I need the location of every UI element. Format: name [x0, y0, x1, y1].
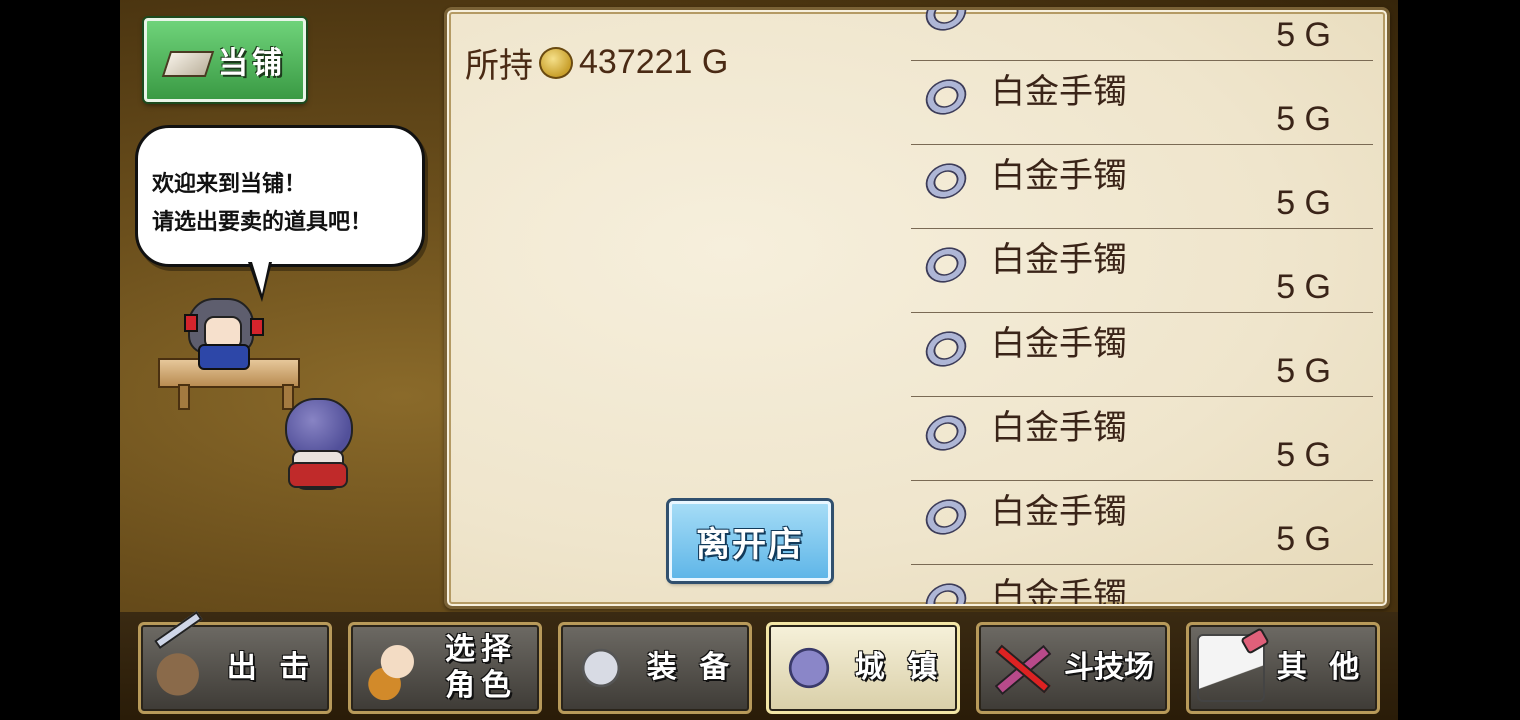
town-icon	[777, 636, 841, 700]
item-row[interactable]: 白金手镯 5 G	[911, 396, 1373, 481]
item-price: 5 G	[1276, 268, 1331, 306]
item-name: 白金手镯	[991, 576, 1127, 604]
bracelet-icon	[922, 579, 970, 604]
bracelet-icon	[922, 495, 970, 539]
shop-title: 当铺	[218, 46, 286, 81]
item-name: 白金手镯	[991, 408, 1127, 448]
sword-bag-icon	[149, 636, 213, 700]
bracelet-icon	[922, 10, 970, 35]
shop-title-badge: 当铺	[144, 18, 306, 102]
money-amount: 437221 G	[579, 43, 729, 81]
counter-leg	[282, 384, 294, 410]
item-price: 5 G	[1276, 16, 1331, 54]
shopkeeper-body	[198, 344, 250, 370]
nav-label: 选择 角色	[445, 632, 517, 703]
item-name: 白金手镯	[991, 156, 1127, 196]
scroll-icon	[1197, 634, 1265, 702]
money-display: 所持 437221 G	[465, 38, 728, 87]
pawn-box-icon	[164, 45, 210, 75]
nav-other-button[interactable]: 其 他	[1186, 622, 1380, 714]
item-row[interactable]: 白金手镯 5 G	[911, 144, 1373, 229]
nav-equipment-button[interactable]: 装 备	[558, 622, 752, 714]
item-row[interactable]: 白金手镯	[911, 564, 1373, 604]
item-price: 5 G	[1276, 520, 1331, 558]
item-row[interactable]: 白金手镯 5 G	[911, 228, 1373, 313]
bubble-line-2: 请选出要卖的道具吧！	[152, 210, 373, 235]
nav-label: 斗技场	[1064, 650, 1154, 685]
shopkeeper-ribbon	[250, 318, 264, 336]
nav-label: 城 镇	[854, 650, 944, 685]
item-price: 5 G	[1276, 352, 1331, 390]
shopkeeper-ribbon	[184, 314, 198, 332]
item-row[interactable]: 5 G	[911, 10, 1373, 61]
bracelet-icon	[922, 411, 970, 455]
nav-label: 其 他	[1276, 650, 1366, 685]
item-name: 白金手镯	[991, 492, 1127, 532]
crossed-swords-icon	[987, 636, 1051, 700]
item-row[interactable]: 白金手镯 5 G	[911, 480, 1373, 565]
item-price: 5 G	[1276, 100, 1331, 138]
bracelet-icon	[922, 243, 970, 287]
leave-shop-button[interactable]: 离开店	[669, 501, 831, 581]
bracelet-icon	[922, 327, 970, 371]
character-icon	[359, 636, 423, 700]
nav-arena-button[interactable]: 斗技场	[976, 622, 1170, 714]
item-price: 5 G	[1276, 436, 1331, 474]
item-row[interactable]: 白金手镯 5 G	[911, 312, 1373, 397]
counter-leg	[178, 384, 190, 410]
speech-bubble: 欢迎来到当铺！ 请选出要卖的道具吧！	[135, 125, 425, 267]
item-name: 白金手镯	[991, 240, 1127, 280]
bracelet-icon	[922, 159, 970, 203]
bottom-nav: 出 击 选择 角色 装 备 城 镇 斗技场 其 他	[120, 612, 1398, 720]
nav-sortie-button[interactable]: 出 击	[138, 622, 332, 714]
speech-bubble-tail-fill	[252, 262, 269, 294]
money-label: 所持	[465, 47, 533, 85]
shop-panel: 所持 437221 G 离开店 5 G 白金手镯 5 G 白金手镯 5 G 白金…	[444, 7, 1390, 609]
bubble-line-1: 欢迎来到当铺！	[152, 172, 307, 197]
item-row[interactable]: 白金手镯 5 G	[911, 60, 1373, 145]
bracelet-icon	[922, 75, 970, 119]
gold-coin-icon	[539, 46, 573, 79]
item-name: 白金手镯	[991, 72, 1127, 112]
nav-select-character-button[interactable]: 选择 角色	[348, 622, 542, 714]
nav-town-button[interactable]: 城 镇	[766, 622, 960, 714]
item-name: 白金手镯	[991, 324, 1127, 364]
player-character-skirt	[288, 462, 348, 488]
sell-item-list[interactable]: 5 G 白金手镯 5 G 白金手镯 5 G 白金手镯 5 G 白金手镯 5 G …	[911, 10, 1373, 604]
nav-label: 装 备	[646, 650, 736, 685]
nav-label: 出 击	[226, 650, 316, 685]
armor-icon	[569, 636, 633, 700]
item-price: 5 G	[1276, 184, 1331, 222]
